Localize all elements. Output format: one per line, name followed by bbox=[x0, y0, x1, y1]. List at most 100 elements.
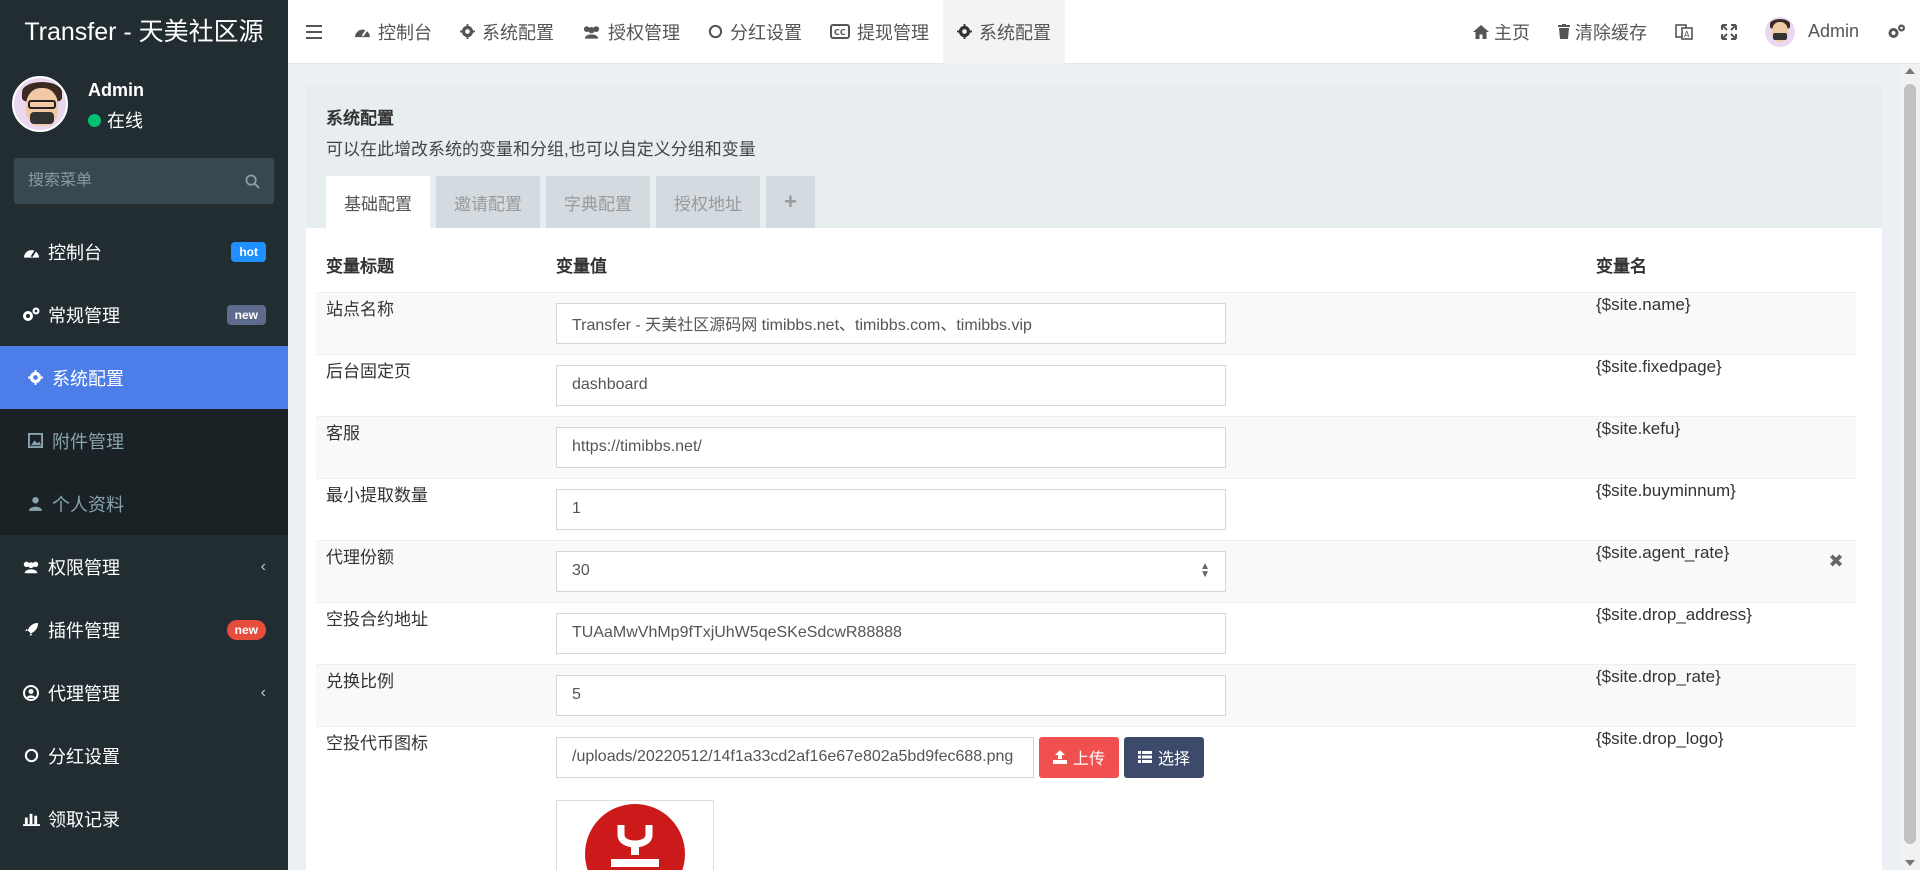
page-scrollbar[interactable] bbox=[1900, 64, 1920, 870]
sidebar-item-system-config[interactable]: 系统配置 bbox=[0, 346, 288, 409]
tab-basic-config[interactable]: 基础配置 bbox=[326, 176, 430, 228]
table-row: 代理份额 30 ▲ ▼ {$site.agent_rate} ✖ bbox=[316, 539, 1856, 602]
row-var-name: {$site.drop_rate} bbox=[1586, 663, 1816, 726]
home-link[interactable]: 主页 bbox=[1459, 0, 1544, 64]
avatar bbox=[12, 76, 68, 132]
hot-badge: hot bbox=[231, 241, 266, 262]
buyminnum-input[interactable]: 1 bbox=[556, 488, 1226, 530]
tab-system-config[interactable]: 系统配置 bbox=[446, 0, 568, 64]
tab-dividend[interactable]: 分红设置 bbox=[694, 0, 816, 64]
upload-icon bbox=[1053, 750, 1067, 764]
sidebar-item-label: 领取记录 bbox=[48, 809, 120, 830]
tab-invite-config[interactable]: 邀请配置 bbox=[436, 176, 540, 228]
page-description: 可以在此增改系统的变量和分组,也可以自定义分组和变量 bbox=[326, 140, 756, 159]
user-status-label: 在线 bbox=[107, 111, 143, 131]
row-title: 代理份额 bbox=[316, 539, 546, 602]
sidebar-item-general[interactable]: 常规管理 new bbox=[0, 283, 288, 346]
svg-text:CC: CC bbox=[834, 28, 846, 37]
gear-icon bbox=[26, 370, 44, 385]
choose-button[interactable]: 选择 bbox=[1124, 736, 1205, 778]
sidebar-item-label: 常规管理 bbox=[48, 305, 120, 326]
column-header: 变量标题 bbox=[316, 228, 546, 293]
add-tab-button[interactable]: + bbox=[766, 176, 815, 228]
page-title: 系统配置 bbox=[326, 109, 394, 128]
search-icon[interactable] bbox=[245, 173, 260, 189]
fixedpage-input[interactable]: dashboard bbox=[556, 364, 1226, 406]
config-panel: 系统配置 可以在此增改系统的变量和分组,也可以自定义分组和变量 基础配置 邀请配… bbox=[306, 84, 1882, 870]
row-var-name: {$site.drop_logo} bbox=[1586, 725, 1816, 870]
tab-label: 授权管理 bbox=[608, 22, 680, 43]
logo-preview[interactable] bbox=[556, 799, 714, 870]
row-title: 站点名称 bbox=[316, 291, 546, 354]
online-dot-icon bbox=[88, 113, 101, 127]
spinner-arrows-icon[interactable]: ▲ ▼ bbox=[1200, 562, 1210, 580]
tab-withdraw[interactable]: CC 提现管理 bbox=[816, 0, 943, 64]
svg-text:A: A bbox=[1684, 30, 1690, 39]
row-var-name: {$site.fixedpage} bbox=[1586, 353, 1816, 416]
cc-icon: CC bbox=[830, 24, 850, 39]
app-root: Transfer - 天美社区源 Admin 在线 搜索菜单 控制台 hot 常… bbox=[0, 0, 1920, 870]
brand-title[interactable]: Transfer - 天美社区源 bbox=[0, 0, 288, 64]
row-var-name: {$site.agent_rate} bbox=[1586, 539, 1816, 602]
sidebar-item-dashboard[interactable]: 控制台 hot bbox=[0, 220, 288, 283]
chart-icon bbox=[22, 811, 40, 826]
sidebar-item-claims[interactable]: 领取记录 bbox=[0, 787, 288, 850]
image-icon bbox=[26, 433, 44, 448]
new-badge: new bbox=[226, 619, 266, 640]
drop-rate-input[interactable]: 5 bbox=[556, 674, 1226, 716]
sidebar-item-attachments[interactable]: 附件管理 bbox=[0, 409, 288, 472]
column-header: 变量名 bbox=[1586, 228, 1816, 293]
tab-system-config-active[interactable]: 系统配置 bbox=[943, 0, 1065, 64]
sidebar-item-label: 个人资料 bbox=[52, 494, 124, 515]
chevron-left-icon: ‹ bbox=[260, 683, 266, 701]
user-name: Admin bbox=[88, 80, 144, 100]
row-var-name: {$site.buyminnum} bbox=[1586, 477, 1816, 540]
site-name-input[interactable]: Transfer - 天美社区源码网 timibbs.net、timibbs.c… bbox=[556, 302, 1226, 344]
sidebar-item-agents[interactable]: 代理管理 ‹ bbox=[0, 661, 288, 724]
home-label: 主页 bbox=[1493, 22, 1530, 43]
search-input[interactable] bbox=[28, 172, 228, 190]
row-title: 空投合约地址 bbox=[316, 601, 546, 664]
fullscreen-icon[interactable] bbox=[1707, 0, 1751, 64]
row-var-name: {$site.drop_address} bbox=[1586, 601, 1816, 664]
sidebar-item-label: 控制台 bbox=[48, 242, 102, 263]
menu-toggle-icon[interactable] bbox=[288, 0, 340, 64]
sidebar-item-label: 权限管理 bbox=[48, 557, 120, 578]
clear-cache-button[interactable]: 清除缓存 bbox=[1544, 0, 1661, 64]
sidebar-item-dividend[interactable]: 分红设置 bbox=[0, 724, 288, 787]
user-menu[interactable]: Admin bbox=[1751, 0, 1873, 64]
scroll-down-icon[interactable] bbox=[1905, 860, 1915, 866]
sidebar-item-label: 插件管理 bbox=[48, 620, 120, 641]
tab-license[interactable]: 授权管理 bbox=[568, 0, 694, 64]
scroll-up-icon[interactable] bbox=[1905, 68, 1915, 74]
sidebar: Transfer - 天美社区源 Admin 在线 搜索菜单 控制台 hot 常… bbox=[0, 0, 288, 870]
drop-address-input[interactable]: TUAaMwVhMp9fTxjUhW5qeSKeSdcwR88888 bbox=[556, 612, 1226, 654]
agent-rate-stepper[interactable]: 30 ▲ ▼ bbox=[556, 550, 1226, 592]
sidebar-item-plugins[interactable]: 插件管理 new bbox=[0, 598, 288, 661]
upload-label: 上传 bbox=[1073, 751, 1106, 768]
upload-button[interactable]: 上传 bbox=[1039, 736, 1120, 778]
sidebar-item-profile[interactable]: 个人资料 bbox=[0, 472, 288, 535]
tab-license-address[interactable]: 授权地址 bbox=[656, 176, 760, 228]
column-header: 变量值 bbox=[546, 228, 1586, 293]
general-submenu: 系统配置 附件管理 个人资料 bbox=[0, 346, 288, 535]
tab-dashboard[interactable]: 控制台 bbox=[340, 0, 446, 64]
tab-dict-config[interactable]: 字典配置 bbox=[546, 176, 650, 228]
sidebar-item-label: 分红设置 bbox=[48, 746, 120, 767]
delete-row-icon[interactable]: ✖ bbox=[1816, 539, 1856, 602]
language-icon[interactable]: A bbox=[1661, 0, 1707, 64]
kefu-input[interactable]: https://timibbs.net/ bbox=[556, 426, 1226, 468]
token-logo-mark-icon bbox=[611, 824, 659, 867]
settings-icon[interactable] bbox=[1873, 0, 1920, 64]
sidebar-item-permissions[interactable]: 权限管理 ‹ bbox=[0, 535, 288, 598]
drop-logo-input[interactable]: /uploads/20220512/14f1a33cd2af16e67e802a… bbox=[556, 736, 1034, 778]
row-title: 后台固定页 bbox=[316, 353, 546, 416]
dashboard-icon bbox=[354, 25, 371, 38]
tab-label: 提现管理 bbox=[857, 22, 929, 43]
scrollbar-thumb[interactable] bbox=[1904, 84, 1916, 844]
user-circle-icon bbox=[22, 684, 40, 701]
navbar-right: 主页 清除缓存 A Admin bbox=[1459, 0, 1920, 64]
row-title: 最小提取数量 bbox=[316, 477, 546, 540]
table-row: 空投代币图标 /uploads/20220512/14f1a33cd2af16e… bbox=[316, 725, 1856, 870]
tab-label: 分红设置 bbox=[730, 22, 802, 43]
